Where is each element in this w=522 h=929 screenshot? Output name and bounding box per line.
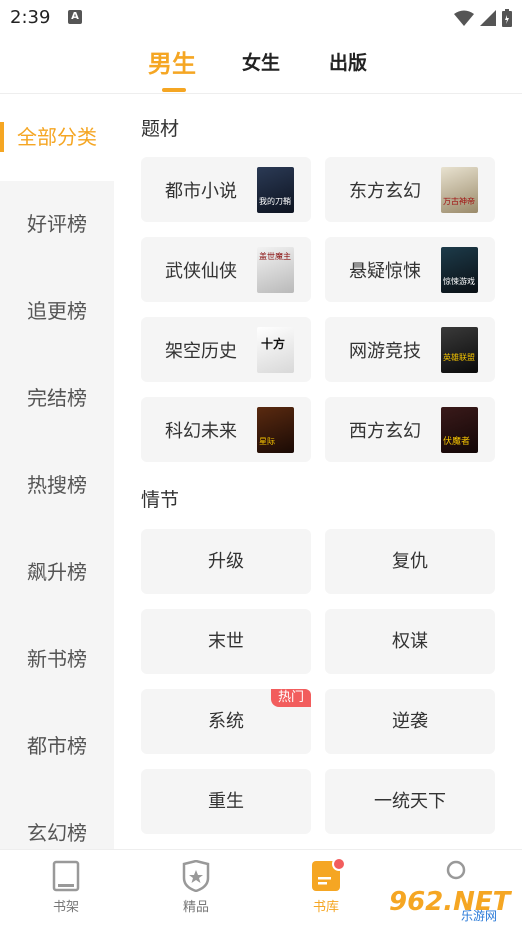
nav-label: 书架 (52, 900, 79, 915)
cover-title: 我的刀鞘 (259, 197, 291, 206)
genre-card-label: 西方玄幻 (349, 421, 421, 442)
plot-card-comeback[interactable]: 逆袭 (325, 689, 495, 754)
book-cover-image: 我的刀鞘 (257, 167, 294, 213)
book-cover-image: 十方 (257, 327, 294, 373)
nav-label: 精品 (182, 900, 209, 915)
book-cover-image: 万古神帝 (441, 167, 478, 213)
plot-card-revenge[interactable]: 复仇 (325, 529, 495, 594)
status-time: 2:39 (10, 7, 51, 28)
sidebar-item-all-categories[interactable]: 全部分类 (0, 94, 114, 181)
channel-tabs: 男生 女生 出版 (0, 36, 522, 94)
book-cover-image: 星际 (257, 407, 294, 453)
book-cover-image: 盖世魔主 (257, 247, 294, 293)
sidebar-item-new-books[interactable]: 新书榜 (0, 616, 114, 703)
plot-card-apocalypse[interactable]: 末世 (141, 609, 311, 674)
book-cover-image: 英雄联盟 (441, 327, 478, 373)
sidebar-item-rising[interactable]: 飙升榜 (0, 529, 114, 616)
watermark-logo: 962.NET 乐游网 (383, 882, 514, 923)
sidebar-item-following[interactable]: 追更榜 (0, 268, 114, 355)
genre-card-western-fantasy[interactable]: 西方玄幻 伏魔者 (325, 397, 495, 462)
sidebar-item-urban[interactable]: 都市榜 (0, 703, 114, 790)
sidebar-item-hot-search[interactable]: 热搜榜 (0, 442, 114, 529)
plot-card-label: 末世 (208, 631, 244, 652)
notification-dot (332, 857, 346, 871)
notification-app-icon: A (68, 10, 82, 24)
sidebar-item-label: 追更榜 (27, 299, 87, 323)
cover-title: 惊悚游戏 (443, 277, 475, 286)
genre-card-alt-history[interactable]: 架空历史 十方 (141, 317, 311, 382)
plot-card-rebirth[interactable]: 重生 (141, 769, 311, 834)
sidebar-item-label: 都市榜 (27, 734, 87, 758)
cover-title: 盖世魔主 (259, 252, 291, 261)
nav-library[interactable]: 书库 (286, 857, 366, 915)
sidebar-item-label: 完结榜 (27, 386, 87, 410)
shield-star-icon (182, 860, 210, 892)
status-indicators (454, 9, 512, 27)
status-bar: 2:39 A (0, 0, 522, 36)
ranking-sidebar: 全部分类 好评榜 追更榜 完结榜 热搜榜 飙升榜 新书榜 都市榜 玄幻榜 (0, 94, 114, 849)
plot-card-intrigue[interactable]: 权谋 (325, 609, 495, 674)
genre-card-urban[interactable]: 都市小说 我的刀鞘 (141, 157, 311, 222)
site-watermark: 962.NET 乐游网 (381, 880, 516, 924)
genre-card-esports[interactable]: 网游竞技 英雄联盟 (325, 317, 495, 382)
genre-section-title: 题材 (141, 118, 180, 140)
tab-female[interactable]: 女生 (242, 48, 280, 75)
plot-card-unification[interactable]: 一统天下 (325, 769, 495, 834)
plot-card-label: 逆袭 (392, 711, 428, 732)
genre-card-label: 都市小说 (165, 181, 237, 202)
genre-card-label: 悬疑惊悚 (349, 261, 421, 282)
plot-card-label: 系统 (208, 711, 244, 732)
signal-icon (480, 10, 496, 26)
hot-badge: 热门 (270, 689, 311, 707)
nav-label: 书库 (312, 900, 339, 915)
sidebar-item-fantasy[interactable]: 玄幻榜 (0, 790, 114, 849)
cover-title: 星际 (259, 437, 275, 446)
sidebar-active-indicator (0, 122, 4, 152)
sidebar-item-good-reviews[interactable]: 好评榜 (0, 181, 114, 268)
genre-card-wuxia[interactable]: 武侠仙侠 盖世魔主 (141, 237, 311, 302)
nav-featured[interactable]: 精品 (156, 860, 236, 915)
plot-card-label: 升级 (208, 551, 244, 572)
watermark-subtext: 乐游网 (461, 909, 497, 923)
tab-publishing[interactable]: 出版 (329, 48, 367, 75)
tab-male[interactable]: 男生 (148, 44, 196, 79)
bookshelf-icon (52, 860, 80, 892)
genre-card-suspense[interactable]: 悬疑惊悚 惊悚游戏 (325, 237, 495, 302)
plot-card-label: 复仇 (392, 551, 428, 572)
plot-card-system[interactable]: 系统 热门 (141, 689, 311, 754)
tab-active-indicator (162, 88, 186, 92)
nav-bookshelf[interactable]: 书架 (26, 860, 106, 915)
plot-card-label: 重生 (208, 791, 244, 812)
plot-card-level-up[interactable]: 升级 (141, 529, 311, 594)
genre-card-label: 网游竞技 (349, 341, 421, 362)
battery-icon (502, 9, 512, 27)
sidebar-item-label: 新书榜 (27, 647, 87, 671)
cover-title: 万古神帝 (443, 197, 475, 206)
sidebar-item-label: 玄幻榜 (27, 821, 87, 845)
plot-card-label: 权谋 (392, 631, 428, 652)
cover-title: 伏魔者 (443, 437, 471, 447)
sidebar-item-completed[interactable]: 完结榜 (0, 355, 114, 442)
genre-card-label: 武侠仙侠 (165, 261, 237, 282)
book-cover-image: 伏魔者 (441, 407, 478, 453)
plot-section-title: 情节 (141, 489, 180, 511)
cover-title: 十方 (261, 337, 286, 351)
wifi-icon (454, 10, 474, 26)
sidebar-item-label: 全部分类 (17, 125, 97, 149)
cover-title: 英雄联盟 (443, 353, 475, 362)
genre-card-label: 东方玄幻 (349, 181, 421, 202)
book-cover-image: 惊悚游戏 (441, 247, 478, 293)
plot-card-label: 一统天下 (374, 791, 446, 812)
genre-card-scifi[interactable]: 科幻未来 星际 (141, 397, 311, 462)
sidebar-item-label: 热搜榜 (27, 473, 87, 497)
genre-card-label: 科幻未来 (165, 421, 237, 442)
genre-card-eastern-fantasy[interactable]: 东方玄幻 万古神帝 (325, 157, 495, 222)
sidebar-item-label: 好评榜 (27, 212, 87, 236)
sidebar-item-label: 飙升榜 (27, 560, 87, 584)
genre-card-label: 架空历史 (165, 341, 237, 362)
